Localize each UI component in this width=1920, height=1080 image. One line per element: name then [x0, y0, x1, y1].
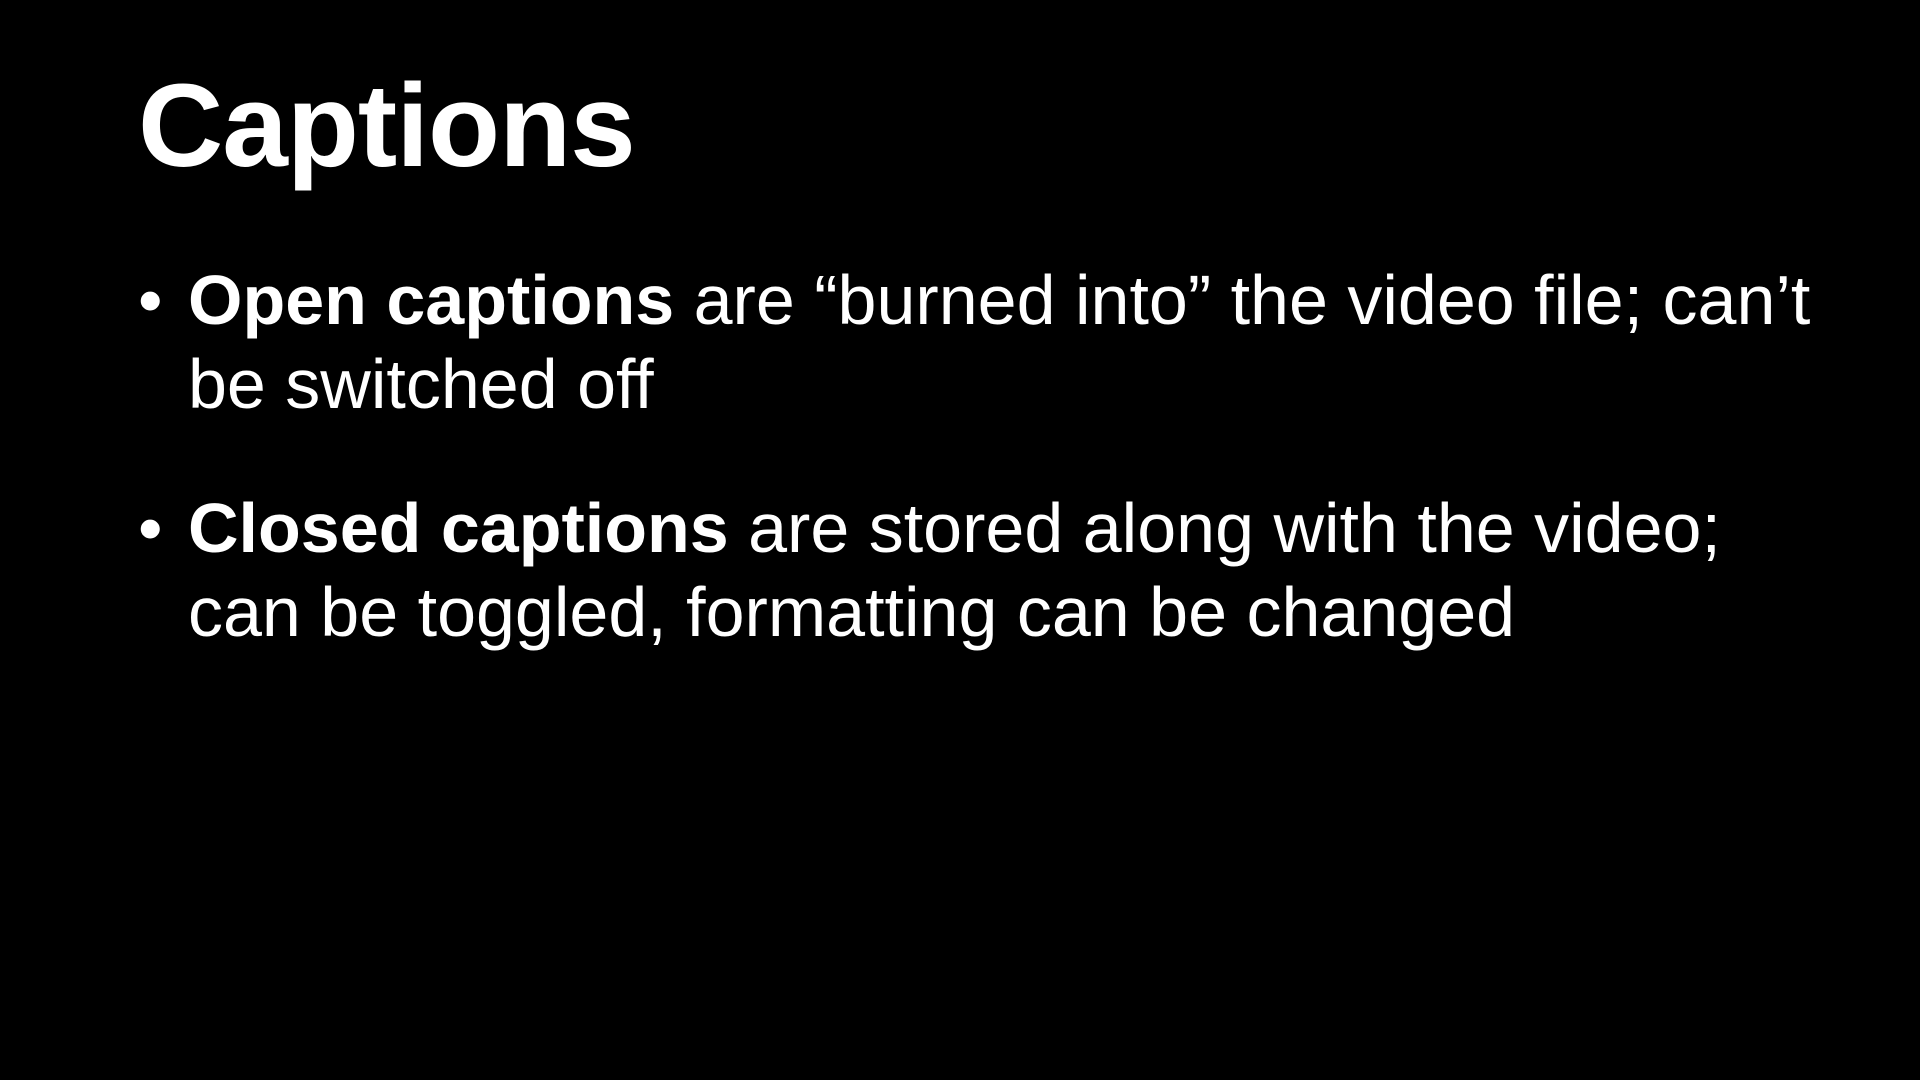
bullet-list: • Open captions are “burned into” the vid… — [138, 258, 1838, 714]
bullet-term: Closed captions — [188, 489, 729, 567]
bullet-item-closed-captions: • Closed captions are stored along with t… — [138, 486, 1838, 654]
slide-title: Captions — [138, 60, 636, 192]
bullet-marker: • — [138, 261, 163, 339]
slide: Captions • Open captions are “burned into… — [0, 0, 1920, 1080]
bullet-term: Open captions — [188, 261, 675, 339]
bullet-marker: • — [138, 489, 163, 567]
bullet-item-open-captions: • Open captions are “burned into” the vid… — [138, 258, 1838, 426]
